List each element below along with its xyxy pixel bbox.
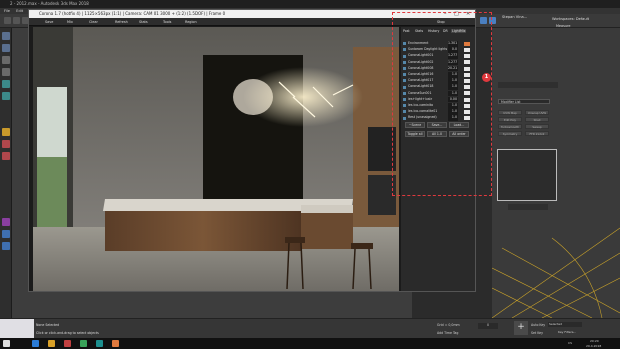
command-panel-tabs[interactable] [498, 82, 558, 88]
annotation-highlight [392, 12, 492, 196]
modifier-button[interactable]: Sweep [525, 124, 549, 129]
3dsmax-icon[interactable] [96, 340, 103, 347]
language-indicator: CS [568, 341, 572, 345]
modifier-button[interactable]: Symmetry [498, 131, 522, 136]
clock: 20:20 [590, 339, 599, 343]
browser-icon[interactable] [64, 340, 71, 347]
key-filters-button[interactable]: Key Filters... [558, 330, 576, 334]
date: 29.4.2018 [586, 344, 602, 348]
create-icon[interactable] [2, 32, 10, 40]
motion-icon[interactable] [2, 68, 10, 76]
menu-file[interactable]: File [4, 9, 10, 13]
mix-button[interactable]: Mix [67, 18, 73, 26]
modifier-button[interactable]: Turbosmooth [498, 124, 522, 129]
modifier-button[interactable]: Edit Poly [498, 117, 522, 122]
time-field[interactable]: 0 [478, 323, 498, 329]
utilities-icon[interactable] [2, 92, 10, 100]
workspace-label[interactable]: Workspaces: Default [552, 17, 589, 21]
modifier-stack[interactable] [497, 149, 557, 201]
save-button[interactable]: Save [45, 18, 53, 26]
systems-icon[interactable] [2, 230, 10, 238]
viewport-grid [492, 227, 620, 318]
clear-button[interactable]: Clear [89, 18, 98, 26]
add-time-tag[interactable]: Add Time Tag [437, 331, 458, 335]
corona-icon[interactable] [112, 340, 119, 347]
render-image[interactable] [33, 27, 399, 291]
light-icon[interactable] [2, 128, 10, 136]
modifier-list[interactable]: Modifier List [498, 99, 550, 104]
auto-key-button[interactable]: Auto Key [531, 323, 545, 327]
windows-start-icon[interactable] [3, 340, 10, 347]
selection-status: None Selected [36, 323, 60, 327]
left-toolstrip [0, 28, 12, 318]
geometry-icon[interactable] [2, 242, 10, 250]
undo-icon[interactable] [4, 17, 11, 24]
modifier-button[interactable]: FFD 2x2x2 [525, 131, 549, 136]
command-panel: Modifier List UVW Map Unwrap UVW Edit Po… [492, 28, 620, 318]
redo-icon[interactable] [13, 17, 20, 24]
space-warp-icon[interactable] [2, 218, 10, 226]
modifier-button[interactable]: UVW Map [498, 110, 522, 115]
file-explorer-icon[interactable] [32, 340, 39, 347]
grid-readout: Grid = 0,0mm [437, 323, 460, 327]
app-title: 2 - 2012.max - Autodesk 3ds Max 2018 [0, 0, 620, 8]
modifier-button[interactable]: Unwrap UVW [525, 110, 549, 115]
screen: 2 - 2012.max - Autodesk 3ds Max 2018 Fil… [0, 0, 620, 349]
kitchen-render-picture [33, 27, 399, 291]
display-icon[interactable] [2, 80, 10, 88]
region-button[interactable]: Region [185, 18, 197, 26]
chrome-icon[interactable] [80, 340, 87, 347]
selected-dropdown[interactable]: Selected [548, 322, 582, 327]
signin-label[interactable]: Stepan Vlna... [502, 15, 527, 19]
windows-taskbar: CS 20:20 29.4.2018 [0, 338, 620, 349]
maxscript-listener[interactable] [0, 319, 34, 338]
helper-icon[interactable] [2, 152, 10, 160]
set-key-button[interactable]: Set Key [531, 331, 543, 335]
prompt-hint: Click or click-and-drag to select object… [36, 331, 99, 335]
menu-edit[interactable]: Edit [16, 9, 23, 13]
camera-icon[interactable] [2, 140, 10, 148]
hierarchy-icon[interactable] [2, 56, 10, 64]
modifier-button[interactable]: Shell [525, 117, 549, 122]
status-bar: None Selected Click or click-and-drag to… [0, 318, 620, 338]
modify-icon[interactable] [2, 44, 10, 52]
stats-button[interactable]: Stats [139, 18, 148, 26]
add-key-icon[interactable]: + [514, 321, 528, 335]
annotation-marker: 1 [482, 73, 491, 82]
folder-icon[interactable] [48, 340, 55, 347]
tools-button[interactable]: Tools [163, 18, 171, 26]
refresh-button[interactable]: Refresh [115, 18, 128, 26]
